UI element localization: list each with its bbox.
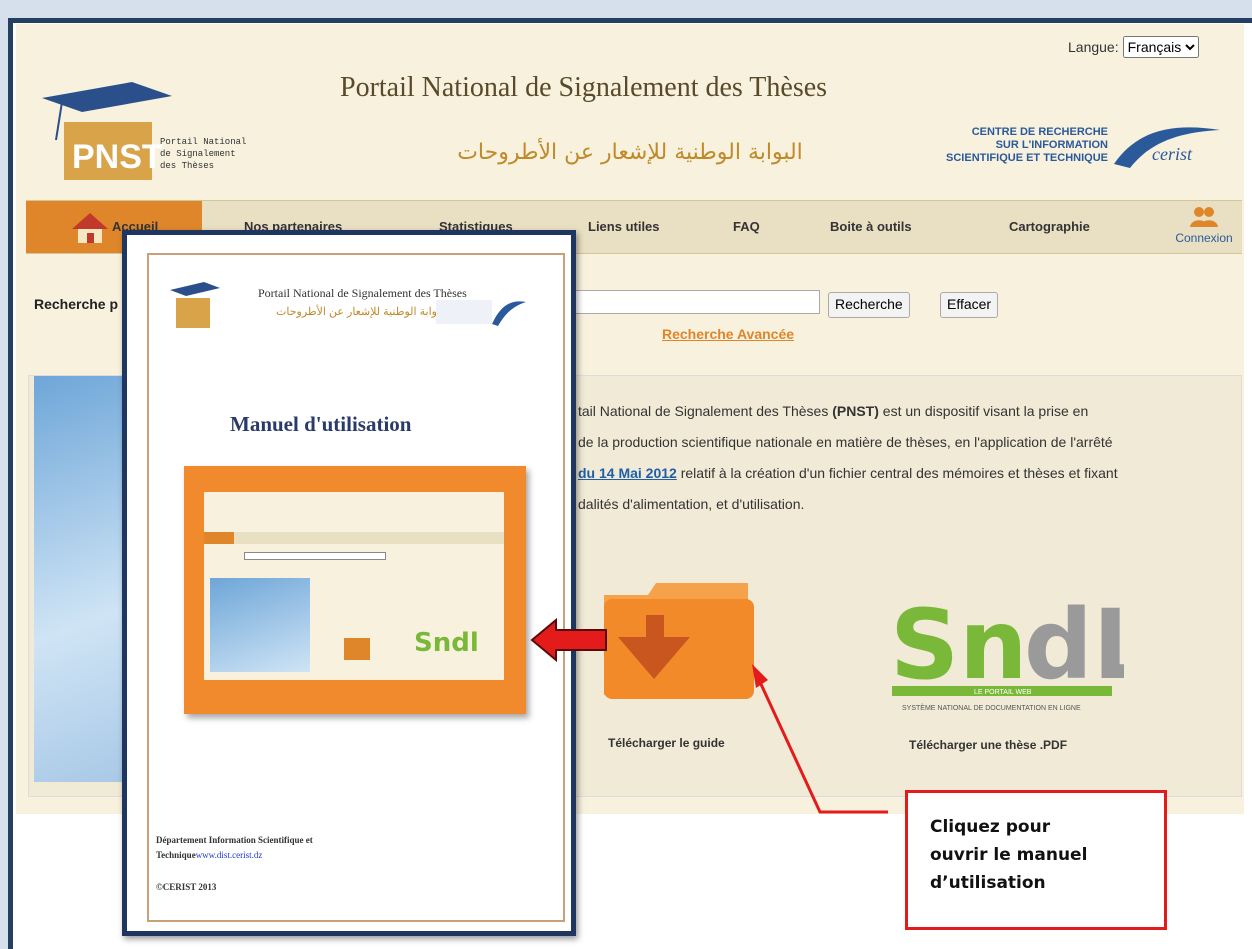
- cerist-name: CENTRE DE RECHERCHE SUR L'INFORMATION SC…: [946, 126, 1108, 164]
- svg-text:de Signalement: de Signalement: [160, 149, 236, 159]
- manual-footer-dept: Département Information Scientifique et: [156, 835, 313, 845]
- search-label: Recherche p: [34, 296, 119, 312]
- search-button[interactable]: Recherche: [828, 292, 910, 318]
- language-select[interactable]: Français: [1122, 36, 1199, 58]
- preview-nav: [204, 532, 504, 544]
- language-selector: Langue: Français: [1068, 36, 1199, 58]
- download-thesis-label[interactable]: Télécharger une thèse .PDF: [909, 738, 1067, 752]
- nav-item-liens-utiles[interactable]: Liens utiles: [588, 201, 660, 253]
- nav-item-faq[interactable]: FAQ: [733, 201, 760, 253]
- home-icon: [72, 213, 108, 243]
- page-title-arabic: البوابة الوطنية للإشعار عن الأطروحات: [457, 140, 803, 165]
- manual-copyright: ©CERIST 2013: [156, 882, 217, 892]
- graduation-cap-icon: PNST Portail National de Signalement des…: [42, 82, 246, 180]
- preview-page: Sndl: [204, 492, 504, 680]
- manual-footer-technique: Techniquewww.dist.cerist.dz: [156, 850, 263, 860]
- manual-screenshot-preview: Sndl: [184, 466, 526, 714]
- language-label: Langue:: [1068, 39, 1119, 55]
- svg-text:cerist: cerist: [1152, 144, 1193, 164]
- nav-item-connexion[interactable]: Connexion: [1164, 203, 1244, 251]
- preview-sndl: Sndl: [414, 628, 479, 658]
- users-icon: [1190, 207, 1218, 227]
- pnst-logo[interactable]: PNST Portail National de Signalement des…: [42, 80, 262, 190]
- page-title: Portail National de Signalement des Thès…: [340, 72, 828, 103]
- download-guide-label[interactable]: Télécharger le guide: [608, 736, 725, 750]
- advanced-search-link[interactable]: Recherche Avancée: [662, 326, 794, 342]
- preview-nav-home: [204, 532, 234, 544]
- nav-item-cartographie[interactable]: Cartographie: [1009, 201, 1090, 253]
- manual-footer-link[interactable]: www.dist.cerist.dz: [196, 850, 263, 860]
- clear-button[interactable]: Effacer: [940, 292, 999, 318]
- folder-download-icon: [604, 583, 754, 699]
- nav-item-boite-outils[interactable]: Boite à outils: [830, 201, 912, 253]
- instruction-callout: Cliquez pour ouvrir le manuel d’utilisat…: [905, 790, 1167, 930]
- cerist-logo[interactable]: cerist: [1110, 120, 1238, 176]
- svg-text:des Thèses: des Thèses: [160, 161, 214, 171]
- svg-text:Portail National: Portail National: [160, 137, 246, 147]
- svg-text:SYSTÈME NATIONAL DE DOCUMENTAT: SYSTÈME NATIONAL DE DOCUMENTATION EN LIG…: [902, 703, 1081, 712]
- manual-logo-icon: [170, 282, 220, 328]
- preview-hero: [210, 578, 310, 672]
- decree-link[interactable]: du 14 Mai 2012: [578, 465, 677, 481]
- svg-text:dL: dL: [1024, 589, 1124, 701]
- preview-search: [244, 552, 386, 560]
- hero-image: [34, 376, 134, 782]
- preview-folder: [344, 638, 370, 660]
- svg-text:LE PORTAIL WEB: LE PORTAIL WEB: [974, 689, 1032, 696]
- manual-cerist-icon: [436, 300, 526, 326]
- manual-heading: Manuel d'utilisation: [230, 412, 412, 436]
- manual-header-title-arabic: البوابة الوطنية للإشعار عن الأطروحات: [276, 306, 448, 318]
- svg-text:PNST: PNST: [72, 138, 163, 176]
- cerist-swoosh-icon: cerist: [1114, 127, 1220, 168]
- sndl-logo[interactable]: Sn dL LE PORTAIL WEB SYSTÈME NATIONAL DE…: [884, 588, 1154, 718]
- download-guide-button[interactable]: [598, 575, 758, 705]
- svg-text:Sn: Sn: [890, 589, 1027, 701]
- sndl-icon: Sn dL LE PORTAIL WEB SYSTÈME NATIONAL DE…: [890, 589, 1154, 712]
- intro-paragraph: tail National de Signalement des Thèses …: [578, 403, 1118, 512]
